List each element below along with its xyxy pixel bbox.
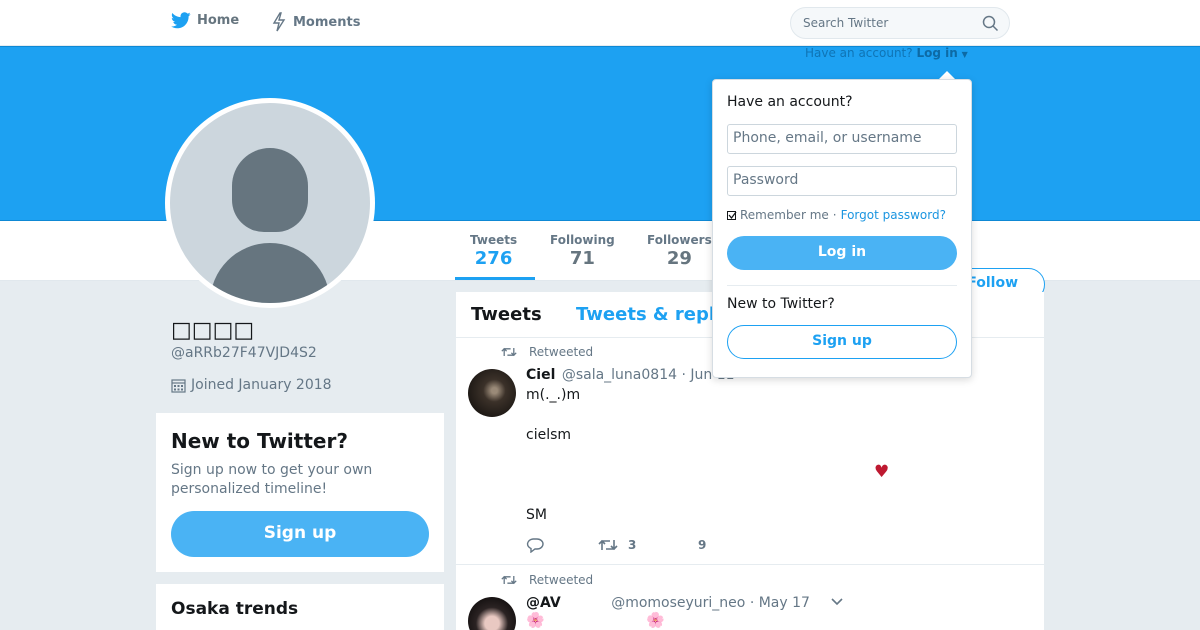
search-icon[interactable] bbox=[982, 15, 999, 32]
login-prompt[interactable]: Have an account? Log in ▼ bbox=[805, 46, 968, 60]
caret-down-icon: ▼ bbox=[961, 50, 968, 59]
avatar[interactable] bbox=[165, 98, 375, 308]
nav-moments-label: Moments bbox=[293, 14, 361, 30]
tweet-text-line: cielsm bbox=[526, 427, 572, 443]
dropdown-title: Have an account? bbox=[727, 94, 853, 110]
login-link[interactable]: Log in bbox=[916, 46, 957, 60]
lightning-icon bbox=[272, 12, 286, 32]
chevron-down-icon[interactable] bbox=[830, 597, 844, 607]
remember-label[interactable]: Remember me bbox=[740, 208, 829, 222]
new-to-twitter-card: New to Twitter? Sign up now to get your … bbox=[156, 413, 444, 572]
tab-tweets[interactable]: Tweets bbox=[471, 304, 542, 325]
login-dropdown: Have an account? Phone, email, or userna… bbox=[712, 79, 972, 378]
tweet-header: Ciel @sala_luna0814 · Jun 11 bbox=[526, 367, 735, 383]
nav-moments[interactable]: Moments bbox=[271, 12, 360, 32]
tweet-text-line: m(._.)m bbox=[526, 387, 581, 403]
avatar-body-shape bbox=[210, 243, 330, 303]
username-field[interactable]: Phone, email, or username bbox=[727, 124, 957, 154]
remember-checkbox[interactable] bbox=[727, 210, 737, 220]
calendar-icon bbox=[171, 378, 186, 393]
stat-following[interactable]: Following 71 bbox=[550, 233, 615, 269]
stat-label: Following bbox=[550, 233, 615, 247]
joined-text: Joined January 2018 bbox=[191, 377, 332, 393]
password-field[interactable]: Password bbox=[727, 166, 957, 196]
stat-followers[interactable]: Followers 29 bbox=[647, 233, 712, 269]
tab-tweets-replies[interactable]: Tweets & repl bbox=[576, 304, 715, 325]
profile-joined: Joined January 2018 bbox=[171, 377, 332, 393]
dropdown-caret bbox=[939, 71, 955, 79]
avatar-head-shape bbox=[232, 148, 308, 232]
twitter-bird-icon bbox=[171, 12, 191, 29]
forgot-password-link[interactable]: Forgot password? bbox=[841, 208, 946, 222]
reply-icon[interactable] bbox=[526, 537, 544, 553]
divider bbox=[727, 285, 957, 286]
card-title: New to Twitter? bbox=[171, 429, 348, 453]
profile-handle[interactable]: @aRRb27F47VJD4S2 bbox=[171, 345, 317, 361]
retweet-context: Retweeted bbox=[501, 573, 593, 587]
like-count: 9 bbox=[698, 538, 707, 552]
nav-home-label: Home bbox=[197, 13, 240, 28]
checkmark-icon bbox=[728, 211, 737, 219]
tweet-author-handle[interactable]: @sala_luna0814 bbox=[562, 367, 677, 383]
tweet-text-line: SM bbox=[526, 507, 547, 523]
card-body: Sign up now to get your own personalized… bbox=[171, 462, 373, 497]
stat-value: 29 bbox=[666, 248, 692, 269]
trends-title: Osaka trends bbox=[171, 599, 299, 619]
top-navigation-bar: Home Moments Search Twitter bbox=[0, 0, 1200, 46]
signup-button[interactable]: Sign up bbox=[171, 511, 429, 557]
login-button[interactable]: Log in bbox=[727, 236, 957, 270]
username-placeholder: Phone, email, or username bbox=[733, 130, 922, 146]
tweet-avatar[interactable] bbox=[468, 369, 516, 417]
nav-home[interactable]: Home bbox=[171, 12, 239, 29]
search-placeholder: Search Twitter bbox=[803, 16, 889, 30]
retweeted-label: Retweeted bbox=[529, 573, 594, 587]
tweet-avatar[interactable] bbox=[468, 597, 516, 630]
tweet-date[interactable]: · May 17 bbox=[750, 595, 810, 611]
retweeted-label: Retweeted bbox=[529, 345, 594, 359]
flower-emoji: 🌸 bbox=[526, 611, 545, 629]
new-to-twitter-label: New to Twitter? bbox=[727, 296, 835, 312]
retweet-context: Retweeted bbox=[501, 345, 593, 359]
stat-value: 276 bbox=[474, 248, 513, 269]
search-input[interactable]: Search Twitter bbox=[790, 7, 1010, 39]
stat-tweets[interactable]: Tweets 276 bbox=[470, 233, 517, 269]
stat-label: Tweets bbox=[470, 233, 518, 247]
stat-value: 71 bbox=[569, 248, 595, 269]
retweet-count: 3 bbox=[628, 538, 637, 552]
tweet[interactable]: Retweeted @AV @momoseyuri_neo · May 17 🌸… bbox=[456, 567, 1044, 630]
active-tab-indicator bbox=[455, 277, 535, 280]
profile-display-name[interactable]: □□□□ bbox=[171, 318, 254, 343]
retweet-icon[interactable] bbox=[598, 538, 618, 552]
retweet-icon bbox=[501, 347, 517, 357]
trends-card: Osaka trends bbox=[156, 584, 444, 630]
tweet-actions: 3 9 bbox=[526, 537, 706, 553]
heart-emoji: ♥ bbox=[874, 462, 890, 482]
dropdown-signup-button[interactable]: Sign up bbox=[727, 325, 957, 359]
tweet-author-name[interactable]: Ciel bbox=[526, 367, 555, 383]
tweet-header: @AV @momoseyuri_neo · May 17 bbox=[526, 595, 810, 611]
default-avatar-icon bbox=[170, 103, 370, 303]
password-placeholder: Password bbox=[733, 172, 799, 188]
stat-label: Followers bbox=[647, 233, 712, 247]
retweet-icon bbox=[501, 575, 517, 585]
flower-emoji: 🌸 bbox=[646, 611, 665, 629]
remember-row: Remember me · Forgot password? bbox=[727, 208, 946, 222]
tweet-author-name[interactable]: @AV bbox=[526, 595, 561, 611]
tweet-author-handle[interactable]: @momoseyuri_neo bbox=[611, 595, 745, 611]
separator-dot: · bbox=[832, 208, 837, 222]
login-prompt-text: Have an account? bbox=[805, 46, 913, 60]
